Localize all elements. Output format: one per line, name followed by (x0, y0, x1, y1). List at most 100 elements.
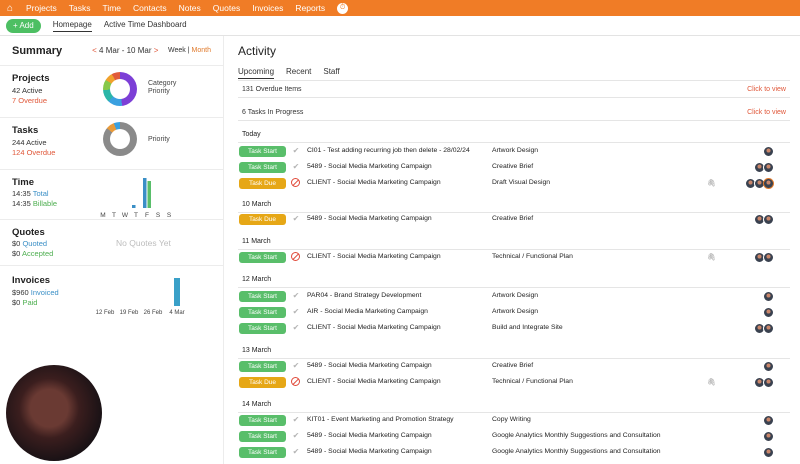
task-status-badge[interactable]: Task Start (239, 431, 286, 442)
task-project-name[interactable]: CLIENT - Social Media Marketing Campaign (307, 179, 441, 186)
task-status-badge[interactable]: Task Due (239, 178, 286, 189)
nav-notes[interactable]: Notes (173, 0, 207, 16)
task-project-name[interactable]: PAR04 - Brand Strategy Development (307, 292, 421, 299)
check-icon[interactable]: ✔ (291, 447, 301, 457)
avatar[interactable] (763, 377, 774, 388)
task-type[interactable]: Google Analytics Monthly Suggestions and… (492, 432, 661, 439)
task-type[interactable]: Google Analytics Monthly Suggestions and… (492, 448, 661, 455)
task-type[interactable]: Copy Writing (492, 416, 531, 423)
month-toggle[interactable]: Month (192, 47, 211, 54)
nav-contacts[interactable]: Contacts (127, 0, 173, 16)
nav-projects[interactable]: Projects (20, 0, 63, 16)
task-row[interactable]: Task Due ✔ 5489 - Social Media Marketing C… (238, 213, 790, 227)
tab-homepage[interactable]: Homepage (52, 20, 92, 32)
attachment-icon[interactable]: 🖇 (707, 179, 716, 187)
quotes-section[interactable]: Quotes $0 Quoted $0 Accepted No Quotes Y… (0, 220, 224, 266)
avatar[interactable] (763, 307, 774, 318)
task-row[interactable]: Task Start ✔ PAR04 - Brand Strategy Develo… (238, 290, 790, 304)
in-progress-click-to-view[interactable]: Click to view (747, 109, 786, 116)
task-type[interactable]: Artwork Design (492, 292, 538, 299)
task-type[interactable]: Technical / Functional Plan (492, 253, 573, 260)
nav-tasks[interactable]: Tasks (63, 0, 97, 16)
attachment-icon[interactable]: 🖇 (707, 253, 716, 261)
task-status-badge[interactable]: Task Start (239, 447, 286, 458)
task-row[interactable]: Task Start ✔ 5489 - Social Media Marketing… (238, 446, 790, 460)
avatar[interactable] (763, 431, 774, 442)
timer-icon[interactable]: ⏱ (337, 2, 349, 14)
prev-week-icon[interactable]: < (92, 46, 97, 55)
task-row[interactable]: Task Start ✔ 5489 - Social Media Marketing… (238, 430, 790, 444)
projects-section[interactable]: Projects 42 Active 7 Overdue Category Pr… (0, 66, 224, 118)
task-project-name[interactable]: CLIENT - Social Media Marketing Campaign (307, 378, 441, 385)
projects-priority-label[interactable]: Priority (148, 88, 170, 95)
task-status-badge[interactable]: Task Start (239, 162, 286, 173)
task-row[interactable]: Task Start ✔ CI01 - Test adding recurring … (238, 145, 790, 159)
task-project-name[interactable]: 5489 - Social Media Marketing Campaign (307, 163, 432, 170)
task-type[interactable]: Artwork Design (492, 147, 538, 154)
overdue-items-row[interactable]: 131 Overdue Items Click to view (238, 82, 790, 98)
avatar[interactable] (763, 146, 774, 157)
check-icon[interactable]: ✔ (291, 361, 301, 371)
task-row[interactable]: Task Start ✔ 5489 - Social Media Marketing… (238, 360, 790, 374)
check-icon[interactable]: ✔ (291, 415, 301, 425)
task-project-name[interactable]: KIT01 - Event Marketing and Promotion St… (307, 416, 454, 423)
task-type[interactable]: Artwork Design (492, 308, 538, 315)
avatar[interactable] (763, 323, 774, 334)
tab-recent[interactable]: Recent (286, 67, 311, 79)
task-type[interactable]: Creative Brief (492, 362, 533, 369)
task-project-name[interactable]: 5489 - Social Media Marketing Campaign (307, 448, 432, 455)
avatar[interactable] (763, 252, 774, 263)
task-row[interactable]: Task Start ✔ 5489 - Social Media Marketing… (238, 161, 790, 175)
check-icon[interactable]: ✔ (291, 307, 301, 317)
check-icon[interactable]: ✔ (291, 291, 301, 301)
avatar[interactable] (763, 361, 774, 372)
attachment-icon[interactable]: 🖇 (707, 378, 716, 386)
tab-active-time-dashboard[interactable]: Active Time Dashboard (104, 20, 187, 31)
task-row[interactable]: Task Due CLIENT - Social Media Marketing … (238, 177, 790, 191)
task-status-badge[interactable]: Task Due (239, 377, 286, 388)
week-toggle[interactable]: Week (168, 47, 186, 54)
task-status-badge[interactable]: Task Start (239, 252, 286, 263)
task-status-badge[interactable]: Task Start (239, 307, 286, 318)
tasks-section[interactable]: Tasks 244 Active 124 Overdue Priority (0, 118, 224, 170)
task-type[interactable]: Creative Brief (492, 163, 533, 170)
task-status-badge[interactable]: Task Start (239, 361, 286, 372)
task-row[interactable]: Task Due CLIENT - Social Media Marketing … (238, 376, 790, 390)
avatar[interactable] (763, 447, 774, 458)
task-type[interactable]: Creative Brief (492, 215, 533, 222)
in-progress-row[interactable]: 6 Tasks In Progress Click to view (238, 105, 790, 121)
avatar[interactable] (763, 162, 774, 173)
overdue-click-to-view[interactable]: Click to view (747, 86, 786, 93)
tab-upcoming[interactable]: Upcoming (238, 67, 275, 79)
home-icon[interactable]: ⌂ (0, 0, 20, 16)
check-icon[interactable]: ✔ (291, 146, 301, 156)
task-project-name[interactable]: 5489 - Social Media Marketing Campaign (307, 432, 432, 439)
check-icon[interactable]: ✔ (291, 162, 301, 172)
task-row[interactable]: Task Start ✔ AIR - Social Media Marketing … (238, 306, 790, 320)
nav-invoices[interactable]: Invoices (246, 0, 289, 16)
task-status-badge[interactable]: Task Due (239, 214, 286, 225)
next-week-icon[interactable]: > (154, 46, 159, 55)
tab-staff[interactable]: Staff (323, 67, 339, 79)
avatar[interactable] (763, 415, 774, 426)
task-status-badge[interactable]: Task Start (239, 146, 286, 157)
nav-reports[interactable]: Reports (289, 0, 331, 16)
task-project-name[interactable]: CI01 - Test adding recurring job then de… (307, 147, 470, 154)
avatar[interactable] (763, 214, 774, 225)
avatar[interactable] (763, 178, 774, 189)
avatar[interactable] (763, 291, 774, 302)
add-button[interactable]: + Add (6, 18, 41, 33)
task-project-name[interactable]: CLIENT - Social Media Marketing Campaign (307, 324, 441, 331)
task-project-name[interactable]: 5489 - Social Media Marketing Campaign (307, 362, 432, 369)
task-project-name[interactable]: AIR - Social Media Marketing Campaign (307, 308, 428, 315)
check-icon[interactable]: ✔ (291, 323, 301, 333)
task-row[interactable]: Task Start ✔ KIT01 - Event Marketing and P… (238, 414, 790, 428)
task-status-badge[interactable]: Task Start (239, 323, 286, 334)
task-row[interactable]: Task Start ✔ CLIENT - Social Media Marketi… (238, 322, 790, 336)
task-project-name[interactable]: CLIENT - Social Media Marketing Campaign (307, 253, 441, 260)
task-row[interactable]: Task Start CLIENT - Social Media Marketin… (238, 251, 790, 265)
check-icon[interactable]: ✔ (291, 431, 301, 441)
task-type[interactable]: Technical / Functional Plan (492, 378, 573, 385)
time-section[interactable]: Time 14:35 Total 14:35 Billable M TWT F SS (0, 170, 224, 220)
task-type[interactable]: Draft Visual Design (492, 179, 550, 186)
